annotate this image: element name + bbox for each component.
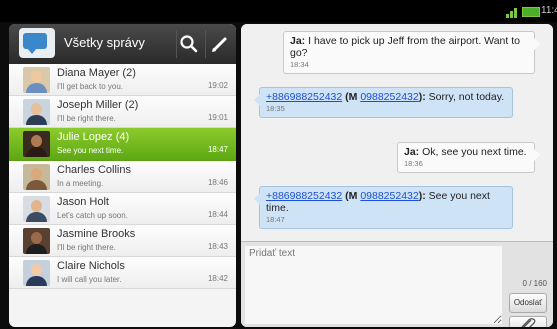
phone-link[interactable]: 0988252432 xyxy=(360,91,418,103)
contact-name: Claire Nichols xyxy=(57,260,125,273)
message-time: 18:47 xyxy=(266,215,285,224)
message-time: 19:01 xyxy=(207,113,228,123)
message-snippet: See you next time. xyxy=(57,146,124,156)
message-sender: Ja: xyxy=(404,146,420,158)
paperclip-icon xyxy=(521,318,536,327)
header-divider xyxy=(205,30,206,58)
contact-name: Charles Collins xyxy=(57,163,131,176)
attach-button[interactable] xyxy=(509,316,547,327)
page-title: Všetky správy xyxy=(64,35,145,50)
message-text: Sorry, not today. xyxy=(428,91,505,103)
signal-icon xyxy=(506,6,520,18)
contact-name: Jasmine Brooks xyxy=(57,227,136,240)
list-item[interactable]: Claire Nichols I will call you later. 18… xyxy=(9,257,236,290)
message-text: Ok, see you next time. xyxy=(422,146,527,158)
message-time: 18:44 xyxy=(207,209,228,219)
list-item[interactable]: Jasmine Brooks I'll be right there. 18:4… xyxy=(9,224,236,258)
battery-icon xyxy=(522,7,540,17)
message-bubble[interactable]: +886988252432 (M 0988252432): See you ne… xyxy=(254,186,513,229)
message-snippet: Let's catch up soon. xyxy=(57,210,128,220)
message-time: 19:02 xyxy=(207,81,228,90)
message-input[interactable] xyxy=(245,246,502,324)
contact-name: Diana Mayer (2) xyxy=(57,67,136,79)
compose-icon[interactable] xyxy=(210,34,230,54)
avatar xyxy=(23,195,50,222)
message-bubble[interactable]: +886988252432 (M 0988252432): Sorry, not… xyxy=(254,87,513,118)
contact-name: Joseph Miller (2) xyxy=(57,99,139,112)
avatar xyxy=(23,131,50,158)
message-thread: Ja: I have to pick up Jeff from the airp… xyxy=(241,24,553,241)
contact-name: Jason Holt xyxy=(57,195,109,208)
message-bubble[interactable]: Ja: Ok, see you next time. 18:36 xyxy=(397,142,540,173)
message-bubble[interactable]: Ja: I have to pick up Jeff from the airp… xyxy=(283,31,540,74)
phone-link[interactable]: +886988252432 xyxy=(266,91,342,103)
avatar xyxy=(23,260,50,287)
message-snippet: I'll be right there. xyxy=(57,242,116,252)
send-button[interactable]: Odoslať xyxy=(509,293,547,313)
phone-link[interactable]: +886988252432 xyxy=(266,190,342,202)
search-icon[interactable] xyxy=(179,34,199,54)
sender-suffix: ): xyxy=(418,190,426,202)
message-snippet: In a meeting. xyxy=(57,178,104,188)
status-time: 11:4 xyxy=(541,5,557,16)
phone-link[interactable]: 0988252432 xyxy=(360,190,418,202)
avatar xyxy=(23,163,50,190)
conversation-header: Všetky správy xyxy=(9,24,236,64)
message-time: 18:47 xyxy=(207,145,228,155)
list-item[interactable]: Jason Holt Let's catch up soon. 18:44 xyxy=(9,192,236,225)
avatar xyxy=(23,227,50,254)
message-time: 18:36 xyxy=(404,159,423,168)
message-time: 18:43 xyxy=(207,241,228,251)
message-snippet: I'll get back to you. xyxy=(57,82,124,91)
message-sender: Ja: xyxy=(290,35,306,47)
contact-name: Julie Lopez (4) xyxy=(57,131,130,144)
sender-prefix: (M xyxy=(345,190,361,202)
message-time: 18:46 xyxy=(207,177,228,187)
avatar xyxy=(23,99,50,126)
message-snippet: I will call you later. xyxy=(57,275,122,285)
message-time: 18:42 xyxy=(207,274,228,284)
list-item[interactable]: Joseph Miller (2) I'll be right there. 1… xyxy=(9,96,236,129)
list-item[interactable]: Diana Mayer (2) I'll get back to you. 19… xyxy=(9,64,236,97)
message-time: 18:34 xyxy=(290,60,309,69)
messages-app-icon[interactable] xyxy=(19,28,55,58)
conversation-panel: Všetky správy Diana Mayer (2) I'll get b… xyxy=(9,24,236,327)
thread-panel: Ja: I have to pick up Jeff from the airp… xyxy=(241,24,553,327)
status-bar: 11:4 xyxy=(0,0,557,22)
list-item[interactable]: Charles Collins In a meeting. 18:46 xyxy=(9,160,236,193)
char-counter: 0 / 160 xyxy=(522,279,547,288)
message-snippet: I'll be right there. xyxy=(57,114,116,124)
compose-area: 0 / 160 Odoslať xyxy=(241,241,553,327)
list-item[interactable]: Julie Lopez (4) See you next time. 18:47 xyxy=(9,128,236,161)
header-divider xyxy=(176,30,177,58)
sender-suffix: ): xyxy=(418,91,426,103)
sender-prefix: (M xyxy=(345,91,361,103)
message-time: 18:35 xyxy=(266,104,285,113)
message-text: I have to pick up Jeff from the airport.… xyxy=(290,35,520,59)
avatar xyxy=(23,67,50,93)
conversation-list: Diana Mayer (2) I'll get back to you. 19… xyxy=(9,64,236,290)
